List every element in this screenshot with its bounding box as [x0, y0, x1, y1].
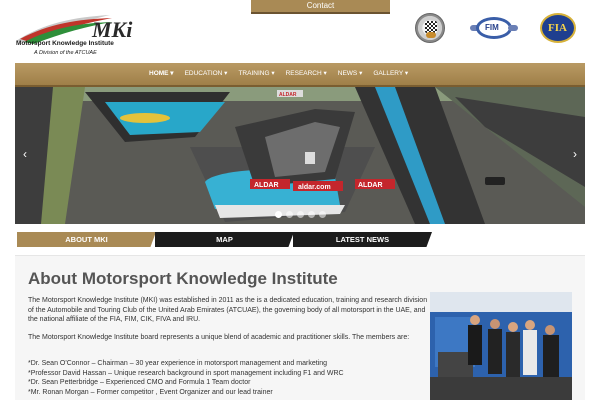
nav-item-education[interactable]: EDUCATION ▾: [185, 63, 228, 85]
checkered-flag-logo[interactable]: [415, 13, 445, 43]
board-photo: [430, 292, 572, 400]
contact-button[interactable]: Contact: [251, 0, 390, 14]
nav-item-training[interactable]: TRAINING ▾: [238, 63, 274, 85]
slider-dot[interactable]: [286, 211, 293, 218]
list-item: *Mr. Ronan Morgan – Former competitor , …: [28, 388, 273, 396]
content-tabs: ABOUT MKI MAP LATEST NEWS: [17, 232, 433, 247]
race-track-image: ALDAR aldar.com ALDAR ALDAR: [15, 87, 585, 224]
list-item: *Dr. Sean Petterbridge – Experienced CMO…: [28, 379, 251, 387]
slider-prev-button[interactable]: ‹: [23, 147, 27, 161]
nav-item-news[interactable]: NEWS ▾: [338, 63, 363, 85]
sign-aldar-3: ALDAR: [279, 92, 297, 98]
page-title: About Motorsport Knowledge Institute: [28, 269, 338, 288]
slider-pagination: [275, 211, 326, 218]
emblem-icon: [426, 32, 436, 38]
slider-next-button[interactable]: ›: [573, 147, 577, 161]
fia-logo-text: FIA: [548, 22, 567, 34]
nav-item-research[interactable]: RESEARCH ▾: [286, 63, 327, 85]
sign-aldar-2: ALDAR: [358, 182, 383, 189]
hero-slider[interactable]: ALDAR aldar.com ALDAR ALDAR ‹ ›: [15, 87, 585, 224]
slider-dot[interactable]: [308, 211, 315, 218]
logo-mark-text: MKi: [91, 17, 133, 42]
wing-right-icon: [508, 25, 518, 31]
slider-dot[interactable]: [275, 211, 282, 218]
nav-item-home[interactable]: HOME ▾: [149, 63, 174, 85]
about-paragraph-2: The Motorsport Knowledge Institute board…: [28, 334, 410, 341]
tab-latest-news[interactable]: LATEST NEWS: [293, 232, 432, 247]
tab-map[interactable]: MAP: [155, 232, 294, 247]
about-paragraph-1: The Motorsport Knowledge Institute (MKI)…: [28, 297, 428, 324]
tab-about-mki[interactable]: ABOUT MKI: [17, 232, 156, 247]
nav-item-gallery[interactable]: GALLERY ▾: [373, 63, 408, 85]
list-item: *Professor David Hassan – Unique researc…: [28, 369, 344, 377]
about-panel: About Motorsport Knowledge Institute The…: [15, 255, 585, 400]
sign-aldar-url: aldar.com: [298, 184, 331, 191]
sign-aldar-1: ALDAR: [254, 182, 279, 189]
slider-dot[interactable]: [319, 211, 326, 218]
logo-title: Motorsport Knowledge Institute: [16, 40, 114, 47]
fia-logo[interactable]: FIA: [540, 13, 576, 43]
list-item: *Dr. Sean O'Connor – Chairman – 30 year …: [28, 360, 327, 367]
fim-logo[interactable]: FIM: [470, 16, 518, 40]
fim-logo-text: FIM: [485, 23, 499, 32]
slider-dot[interactable]: [297, 211, 304, 218]
main-nav: HOME ▾ EDUCATION ▾ TRAINING ▾ RESEARCH ▾…: [15, 63, 585, 87]
group-photo-image: [430, 292, 572, 400]
board-members-list: *Dr. Sean O'Connor – Chairman – 30 year …: [28, 359, 438, 397]
logo-subtitle: A Division of the ATCUAE: [34, 50, 97, 56]
